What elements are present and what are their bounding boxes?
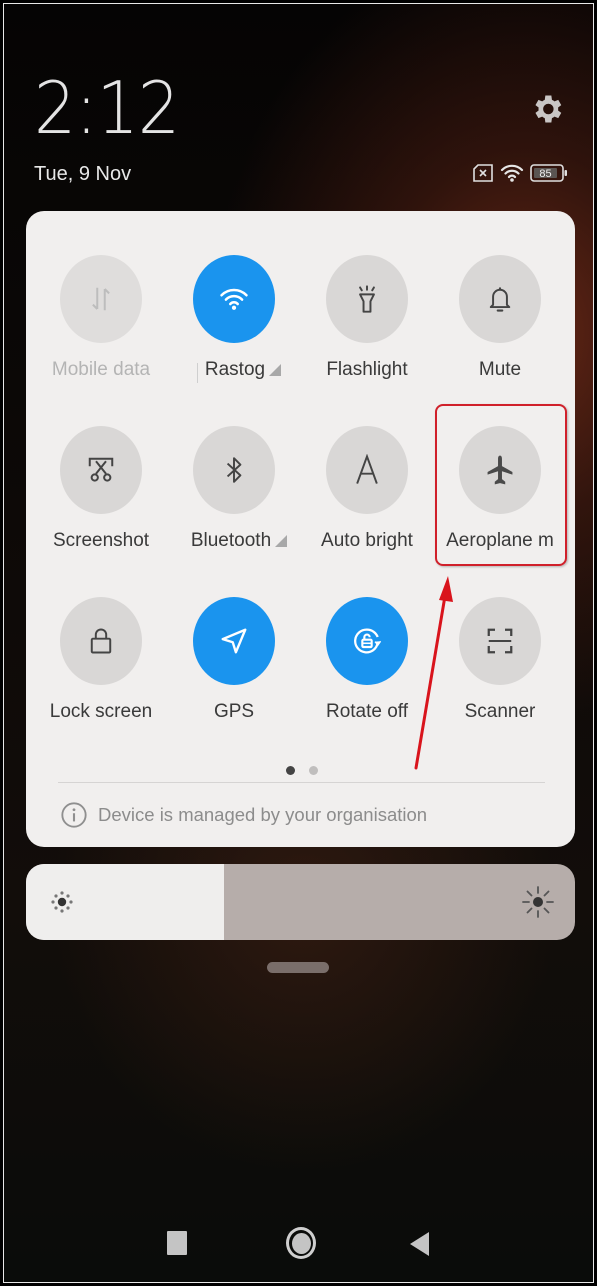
tile-label: Screenshot bbox=[52, 530, 150, 551]
gear-icon bbox=[535, 95, 562, 123]
tile-label: Lock screen bbox=[49, 701, 153, 722]
tile-label: Rotate off bbox=[325, 701, 409, 722]
recent-apps-button[interactable] bbox=[167, 1231, 187, 1255]
tile-gps[interactable]: GPS bbox=[168, 597, 300, 747]
home-button[interactable] bbox=[286, 1227, 316, 1259]
drag-handle[interactable] bbox=[267, 962, 329, 973]
tile-label-text: Bluetooth bbox=[190, 530, 272, 551]
tile-aeroplane-mode[interactable]: Aeroplane m bbox=[434, 426, 566, 576]
no-sim-icon bbox=[472, 164, 494, 182]
wifi-icon bbox=[220, 288, 248, 310]
battery-level: 85 bbox=[539, 168, 551, 180]
tile-label: GPS bbox=[213, 701, 255, 722]
tile-wifi[interactable]: Rastog bbox=[168, 255, 300, 405]
mobile-data-icon bbox=[92, 287, 110, 311]
tile-button[interactable] bbox=[60, 426, 142, 514]
tile-label: Mute bbox=[478, 359, 522, 380]
expand-triangle-icon[interactable] bbox=[275, 535, 288, 547]
wifi-icon bbox=[500, 164, 524, 182]
quick-settings-panel: Mobile data Rastog Flashlight Mute Scree… bbox=[26, 211, 575, 847]
rotation-lock-icon bbox=[354, 628, 382, 654]
screenshot-icon bbox=[88, 457, 114, 482]
brightness-low-icon bbox=[48, 888, 76, 921]
tile-rotate[interactable]: Rotate off bbox=[301, 597, 433, 747]
tile-button[interactable] bbox=[459, 426, 541, 514]
bell-icon bbox=[489, 287, 511, 312]
tile-button[interactable] bbox=[60, 597, 142, 685]
tile-mobile-data[interactable]: Mobile data bbox=[35, 255, 198, 405]
managed-notice-text: Device is managed by your organisation bbox=[98, 804, 428, 825]
tile-mute[interactable]: Mute bbox=[434, 255, 566, 405]
divider bbox=[58, 782, 545, 783]
status-bar-icons: 85 bbox=[472, 164, 568, 182]
page-dot-2[interactable] bbox=[309, 766, 318, 775]
tile-button[interactable] bbox=[193, 597, 275, 685]
page-indicator bbox=[286, 766, 318, 775]
tile-flashlight[interactable]: Flashlight bbox=[301, 255, 433, 405]
tile-label: Aeroplane m bbox=[446, 530, 554, 551]
tile-label: Mobile data bbox=[51, 359, 151, 380]
managed-device-notice[interactable]: Device is managed by your organisation bbox=[60, 801, 427, 829]
tile-lock-screen[interactable]: Lock screen bbox=[35, 597, 167, 747]
tile-label: Rastog bbox=[168, 359, 300, 381]
clock[interactable]: 2:12 bbox=[34, 72, 180, 144]
bluetooth-icon bbox=[226, 457, 242, 483]
auto-brightness-icon bbox=[356, 454, 378, 484]
tile-screenshot[interactable]: Screenshot bbox=[35, 426, 167, 576]
tile-button[interactable] bbox=[326, 426, 408, 514]
tile-button[interactable] bbox=[326, 255, 408, 343]
tile-scanner[interactable]: Scanner bbox=[434, 597, 566, 747]
screen: 2:12 Tue, 9 Nov 85 Mobile data Rastog Fl… bbox=[3, 3, 594, 1283]
tile-label-text: Rastog bbox=[204, 359, 266, 380]
airplane-icon bbox=[487, 455, 513, 485]
tile-button[interactable] bbox=[193, 255, 275, 343]
info-icon bbox=[61, 802, 87, 828]
tile-label: Bluetooth bbox=[168, 530, 300, 552]
tile-button[interactable] bbox=[193, 426, 275, 514]
location-arrow-icon bbox=[221, 628, 247, 654]
flashlight-icon bbox=[359, 285, 375, 313]
tile-button[interactable] bbox=[459, 597, 541, 685]
tile-button[interactable] bbox=[459, 255, 541, 343]
date[interactable]: Tue, 9 Nov bbox=[34, 163, 131, 186]
expand-triangle-icon[interactable] bbox=[269, 364, 282, 376]
page-dot-1[interactable] bbox=[286, 766, 295, 775]
brightness-slider[interactable] bbox=[26, 864, 575, 940]
settings-button[interactable] bbox=[529, 91, 565, 127]
tile-button[interactable] bbox=[326, 597, 408, 685]
back-button[interactable] bbox=[410, 1232, 429, 1256]
tile-bluetooth[interactable]: Bluetooth bbox=[168, 426, 300, 576]
tile-label: Scanner bbox=[464, 701, 536, 722]
scanner-icon bbox=[487, 628, 513, 654]
brightness-high-icon bbox=[520, 884, 556, 925]
lock-icon bbox=[90, 628, 112, 654]
tile-auto-brightness[interactable]: Auto bright bbox=[301, 426, 433, 576]
tile-label: Auto bright bbox=[321, 530, 413, 551]
tile-button[interactable] bbox=[60, 255, 142, 343]
tile-label: Flashlight bbox=[326, 359, 408, 380]
battery-icon: 85 bbox=[530, 164, 568, 182]
